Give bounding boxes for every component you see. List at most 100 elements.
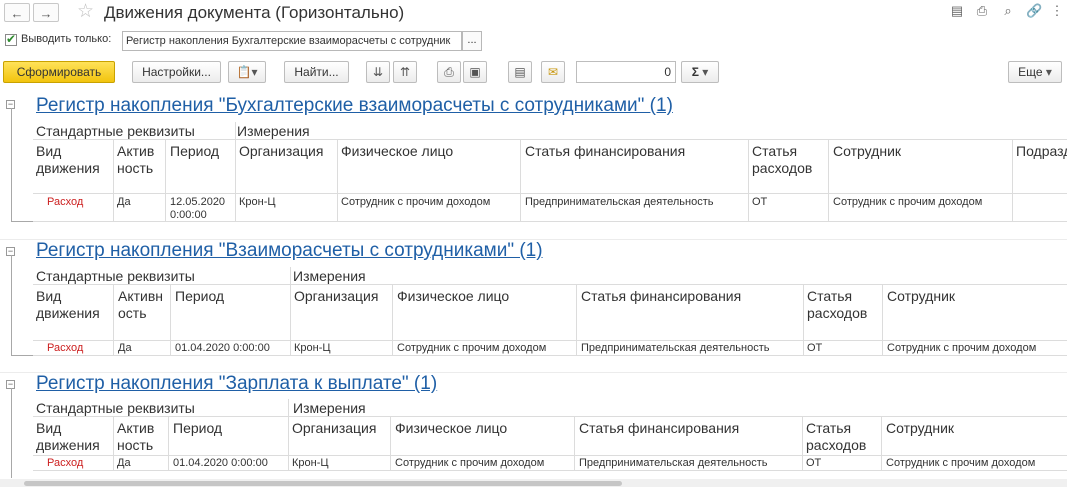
report-area: − Регистр накопления "Бухгалтерские взаи… bbox=[0, 90, 1067, 487]
column-header: Статья финансирования bbox=[581, 288, 742, 304]
column-header: Статья расходов bbox=[806, 420, 867, 453]
table-cell[interactable]: Сотрудник с прочим доходом bbox=[887, 342, 1036, 355]
section-dimensions: Измерения bbox=[237, 123, 310, 139]
table-cell[interactable]: Расход bbox=[47, 342, 83, 355]
section-dimensions: Измерения bbox=[293, 400, 366, 416]
find-button[interactable]: Найти... bbox=[284, 61, 349, 83]
column-header: Вид движения bbox=[36, 143, 100, 176]
floppy-icon: ▤ bbox=[514, 65, 526, 79]
column-header: Статья расходов bbox=[807, 288, 868, 321]
sort-asc-button[interactable]: ⇈ bbox=[393, 61, 417, 83]
email-button[interactable]: ✉ bbox=[541, 61, 565, 83]
sort-desc-icon: ⇊ bbox=[372, 65, 384, 79]
table-cell[interactable]: Да bbox=[117, 196, 131, 209]
sort-asc-icon: ⇈ bbox=[399, 65, 411, 79]
column-header: Период bbox=[173, 420, 223, 436]
variant-dropdown[interactable]: 📋▾ bbox=[228, 61, 266, 83]
link-icon[interactable]: 🔗 bbox=[1026, 4, 1042, 18]
table-cell[interactable]: Да bbox=[117, 457, 131, 470]
sum-field[interactable]: 0 bbox=[576, 61, 676, 83]
preview-icon[interactable]: ⌕ bbox=[1001, 4, 1015, 18]
column-header: Физическое лицо bbox=[395, 420, 508, 436]
back-button[interactable]: ← bbox=[4, 3, 30, 22]
column-header: Сотрудник bbox=[833, 143, 902, 159]
print-button[interactable]: ⎙ bbox=[437, 61, 461, 83]
chevron-down-icon: ▾ bbox=[251, 65, 258, 79]
more-icon[interactable]: ⋮ bbox=[1050, 4, 1064, 18]
column-header: Сотрудник bbox=[887, 288, 956, 304]
column-header: Статья финансирования bbox=[525, 143, 686, 159]
more-label: Еще bbox=[1018, 65, 1043, 79]
column-header: Физическое лицо bbox=[341, 143, 454, 159]
table-cell[interactable]: Предпринимательская деятельность bbox=[579, 457, 767, 470]
clipboard-icon: 📋 bbox=[236, 65, 252, 79]
table-cell[interactable]: Сотрудник с прочим доходом bbox=[397, 342, 546, 355]
column-header: Подразд bbox=[1016, 143, 1067, 159]
forward-icon: → bbox=[39, 6, 53, 21]
register-filter-field[interactable]: Регистр накопления Бухгалтерские взаимор… bbox=[122, 31, 462, 51]
generate-button[interactable]: Сформировать bbox=[3, 61, 115, 83]
chevron-down-icon: ▾ bbox=[1045, 65, 1052, 79]
table-cell[interactable]: Крон-Ц bbox=[239, 196, 276, 209]
column-header: Период bbox=[175, 288, 225, 304]
print-icon[interactable]: ⎙ bbox=[975, 4, 989, 18]
chevron-down-icon: ▾ bbox=[702, 65, 709, 79]
table-cell[interactable]: 01.04.2020 0:00:00 bbox=[175, 342, 270, 355]
print-preview-button[interactable]: ▣ bbox=[463, 61, 487, 83]
section-standard: Стандартные реквизиты bbox=[36, 268, 195, 284]
table-cell[interactable]: Крон-Ц bbox=[294, 342, 331, 355]
save-icon[interactable]: ▤ bbox=[950, 4, 964, 18]
table-cell[interactable]: Крон-Ц bbox=[292, 457, 329, 470]
column-header: Организация bbox=[292, 420, 377, 436]
table-cell[interactable]: 12.05.2020 0:00:00 bbox=[170, 196, 232, 222]
printer-icon: ⎙ bbox=[444, 65, 454, 79]
star-icon[interactable]: ☆ bbox=[77, 1, 94, 23]
envelope-icon: ✉ bbox=[547, 65, 559, 79]
column-header: Физическое лицо bbox=[397, 288, 510, 304]
table-cell[interactable]: Сотрудник с прочим доходом bbox=[886, 457, 1035, 470]
table-cell[interactable]: ОТ bbox=[807, 342, 822, 355]
column-header: Вид движения bbox=[36, 420, 100, 453]
table-cell[interactable]: ОТ bbox=[806, 457, 821, 470]
section-standard: Стандартные реквизиты bbox=[36, 400, 195, 416]
column-header: Статья расходов bbox=[752, 143, 813, 176]
back-icon: ← bbox=[10, 6, 24, 21]
table-cell[interactable]: Сотрудник с прочим доходом bbox=[341, 196, 490, 209]
table-cell[interactable]: Сотрудник с прочим доходом bbox=[833, 196, 982, 209]
output-only-checkbox[interactable] bbox=[5, 32, 17, 46]
register-title[interactable]: Регистр накопления "Бухгалтерские взаимо… bbox=[36, 95, 673, 117]
preview-icon: ▣ bbox=[469, 65, 481, 79]
table-cell[interactable]: Расход bbox=[47, 196, 83, 209]
column-header: Актив ность bbox=[117, 420, 155, 453]
table-cell[interactable]: Да bbox=[118, 342, 132, 355]
save-button[interactable]: ▤ bbox=[508, 61, 532, 83]
more-button[interactable]: Еще ▾ bbox=[1008, 61, 1062, 83]
table-cell[interactable]: Предпринимательская деятельность bbox=[525, 196, 713, 209]
column-header: Статья финансирования bbox=[579, 420, 740, 436]
window-title: Движения документа (Горизонтально) bbox=[104, 3, 405, 22]
settings-button[interactable]: Настройки... bbox=[132, 61, 221, 83]
section-dimensions: Измерения bbox=[293, 268, 366, 284]
sum-dropdown[interactable]: Σ ▾ bbox=[681, 61, 719, 83]
table-cell[interactable]: Расход bbox=[47, 457, 83, 470]
table-cell[interactable]: 01.04.2020 0:00:00 bbox=[173, 457, 268, 470]
section-standard: Стандартные реквизиты bbox=[36, 123, 195, 139]
register-filter-select-button[interactable]: ... bbox=[462, 31, 482, 51]
column-header: Организация bbox=[239, 143, 324, 159]
column-header: Организация bbox=[294, 288, 379, 304]
column-header: Активн ость bbox=[118, 288, 164, 321]
sort-desc-button[interactable]: ⇊ bbox=[366, 61, 390, 83]
table-cell[interactable]: ОТ bbox=[752, 196, 767, 209]
table-cell[interactable]: Сотрудник с прочим доходом bbox=[395, 457, 544, 470]
register-title[interactable]: Регистр накопления "Взаиморасчеты с сотр… bbox=[36, 240, 543, 262]
table-cell[interactable]: Предпринимательская деятельность bbox=[581, 342, 769, 355]
column-header: Вид движения bbox=[36, 288, 100, 321]
column-header: Актив ность bbox=[117, 143, 155, 176]
register-title[interactable]: Регистр накопления "Зарплата к выплате" … bbox=[36, 373, 437, 395]
column-header: Сотрудник bbox=[886, 420, 955, 436]
output-only-label: Выводить только: bbox=[21, 33, 112, 45]
scrollbar-thumb[interactable] bbox=[24, 481, 622, 486]
column-header: Период bbox=[170, 143, 220, 159]
sigma-icon: Σ bbox=[691, 65, 699, 79]
forward-button[interactable]: → bbox=[33, 3, 59, 22]
